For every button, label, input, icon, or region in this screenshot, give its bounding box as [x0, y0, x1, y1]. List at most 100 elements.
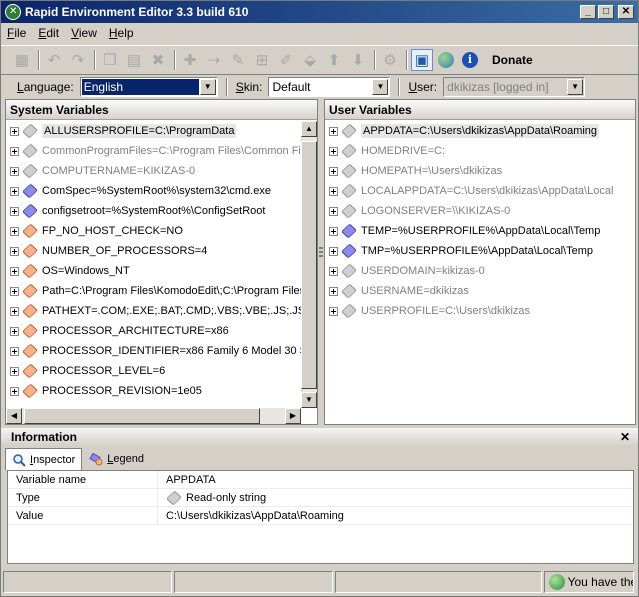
redo-icon[interactable]: ↷ — [67, 49, 89, 71]
tree-row[interactable]: configsetroot=%SystemRoot%\ConfigSetRoot — [6, 201, 317, 221]
menu-view[interactable]: View — [71, 26, 97, 40]
info-icon[interactable]: i — [459, 49, 481, 71]
expand-icon[interactable] — [10, 306, 19, 316]
expand-icon[interactable] — [10, 326, 19, 336]
expand-icon[interactable] — [329, 186, 338, 196]
edit-icon[interactable]: ✎ — [227, 49, 249, 71]
expand-icon[interactable] — [10, 226, 19, 236]
tree-row[interactable]: HOMEDRIVE=C: — [325, 141, 635, 161]
view-icon[interactable]: ▣ — [411, 48, 433, 71]
minimize-button[interactable]: _ — [580, 5, 596, 19]
scroll-up-button[interactable]: ▲ — [301, 121, 317, 137]
expand-icon[interactable] — [329, 226, 338, 236]
menu-edit[interactable]: Edit — [38, 26, 59, 40]
skin-select[interactable]: Default ▼ — [268, 76, 391, 97]
maximize-button[interactable]: □ — [598, 5, 614, 19]
tree-row[interactable]: LOGONSERVER=\\KIKIZAS-0 — [325, 201, 635, 221]
tree-row[interactable]: OS=Windows_NT — [6, 261, 317, 281]
grey-tag-icon — [341, 305, 357, 317]
tree-row[interactable]: NUMBER_OF_PROCESSORS=4 — [6, 241, 317, 261]
expand-icon[interactable] — [10, 186, 19, 196]
expand-icon[interactable] — [329, 246, 338, 256]
expand-icon[interactable] — [329, 146, 338, 156]
donate-button[interactable]: Donate — [487, 49, 538, 71]
tree-row[interactable]: Path=C:\Program Files\KomodoEdit\;C:\Pro… — [6, 281, 317, 301]
tree-row[interactable]: ComSpec=%SystemRoot%\system32\cmd.exe — [6, 181, 317, 201]
chevron-down-icon[interactable]: ▼ — [372, 78, 389, 95]
expand-icon[interactable] — [10, 386, 19, 396]
scroll-thumb[interactable] — [301, 141, 317, 389]
close-button[interactable]: ✕ — [618, 5, 634, 19]
chevron-down-icon[interactable]: ▼ — [567, 78, 584, 95]
undo-icon[interactable]: ↶ — [43, 49, 65, 71]
expand-icon[interactable] — [10, 346, 19, 356]
scroll-left-button[interactable]: ◀ — [6, 408, 22, 424]
tree-row[interactable]: PROCESSOR_ARCHITECTURE=x86 — [6, 321, 317, 341]
tree-row[interactable]: LOCALAPPDATA=C:\Users\dkikizas\AppData\L… — [325, 181, 635, 201]
move-down-icon[interactable]: ⬇ — [347, 49, 369, 71]
tree-row[interactable]: PROCESSOR_IDENTIFIER=x86 Family 6 Model … — [6, 341, 317, 361]
settings-icon[interactable]: ⚙ — [379, 49, 401, 71]
tree-row[interactable]: APPDATA=C:\Users\dkikizas\AppData\Roamin… — [325, 121, 635, 141]
tree-row[interactable]: TEMP=%USERPROFILE%\AppData\Local\Temp — [325, 221, 635, 241]
system-vertical-scrollbar[interactable]: ▲ ▼ — [301, 121, 317, 408]
grey-tag-icon — [22, 165, 38, 177]
system-horizontal-scrollbar[interactable]: ◀ ▶ — [6, 408, 301, 424]
menu-help[interactable]: Help — [109, 26, 134, 40]
expand-icon[interactable] — [10, 146, 19, 156]
blue-tag-icon — [22, 185, 38, 197]
tree-row[interactable]: USERNAME=dkikizas — [325, 281, 635, 301]
language-select[interactable]: English ▼ — [79, 76, 218, 97]
scroll-down-button[interactable]: ▼ — [301, 392, 317, 408]
user-select[interactable]: dkikizas [logged in] ▼ — [443, 76, 586, 97]
close-icon[interactable]: ✕ — [620, 428, 630, 446]
expand-icon[interactable] — [329, 266, 338, 276]
tree-row[interactable]: USERPROFILE=C:\Users\dkikizas — [325, 301, 635, 321]
expand-icon[interactable] — [329, 166, 338, 176]
tree-row[interactable]: FP_NO_HOST_CHECK=NO — [6, 221, 317, 241]
tree-row[interactable]: USERDOMAIN=kikizas-0 — [325, 261, 635, 281]
tree-row[interactable]: COMPUTERNAME=KIKIZAS-0 — [6, 161, 317, 181]
tab-inspector[interactable]: Inspector — [5, 448, 83, 470]
scroll-right-button[interactable]: ▶ — [285, 408, 301, 424]
expand-icon[interactable] — [10, 266, 19, 276]
expand-icon[interactable] — [10, 366, 19, 376]
expand-icon[interactable] — [329, 306, 338, 316]
orange-tag-icon — [22, 285, 38, 297]
expand-icon[interactable] — [10, 206, 19, 216]
property-row-type[interactable]: Type Read-only string — [8, 489, 633, 507]
title-bar[interactable]: Rapid Environment Editor 3.3 build 610 _… — [1, 1, 638, 23]
tag-icon[interactable]: ⬙ — [299, 49, 321, 71]
variable-text: PROCESSOR_ARCHITECTURE=x86 — [42, 325, 229, 337]
tree-row[interactable]: HOMEPATH=\Users\dkikizas — [325, 161, 635, 181]
property-row-value[interactable]: Value C:\Users\dkikizas\AppData\Roaming — [8, 507, 633, 525]
expand-icon[interactable] — [329, 206, 338, 216]
expand-icon[interactable] — [10, 166, 19, 176]
tree-row[interactable]: PROCESSOR_LEVEL=6 — [6, 361, 317, 381]
expand-icon[interactable] — [10, 286, 19, 296]
tree-row[interactable]: PROCESSOR_REVISION=1e05 — [6, 381, 317, 401]
delete-icon[interactable]: ✖ — [147, 49, 169, 71]
tree-row[interactable]: ALLUSERSPROFILE=C:\ProgramData — [6, 121, 317, 141]
move-up-icon[interactable]: ⬆ — [323, 49, 345, 71]
add-value-icon[interactable]: ⇢ — [203, 49, 225, 71]
expand-icon[interactable] — [10, 126, 19, 136]
hscroll-thumb[interactable] — [24, 408, 260, 424]
tree-row[interactable]: TMP=%USERPROFILE%\AppData\Local\Temp — [325, 241, 635, 261]
tab-legend[interactable]: Legend — [82, 448, 151, 470]
property-row-variable-name[interactable]: Variable name APPDATA — [8, 471, 633, 489]
chevron-down-icon[interactable]: ▼ — [199, 78, 216, 95]
tree-row[interactable]: CommonProgramFiles=C:\Program Files\Comm… — [6, 141, 317, 161]
tree-row[interactable]: PATHEXT=.COM;.EXE;.BAT;.CMD;.VBS;.VBE;.J… — [6, 301, 317, 321]
menu-file[interactable]: File — [7, 26, 26, 40]
web-icon[interactable] — [435, 49, 457, 71]
expand-icon[interactable] — [329, 126, 338, 136]
save-icon[interactable]: ▦ — [11, 49, 33, 71]
copy-icon[interactable]: ❐ — [99, 49, 121, 71]
rename-icon[interactable]: ✐ — [275, 49, 297, 71]
add-variable-icon[interactable]: ✚ — [179, 49, 201, 71]
expand-icon[interactable] — [10, 246, 19, 256]
expand-icon[interactable]: ⊞ — [251, 49, 273, 71]
expand-icon[interactable] — [329, 286, 338, 296]
paste-icon[interactable]: ▤ — [123, 49, 145, 71]
